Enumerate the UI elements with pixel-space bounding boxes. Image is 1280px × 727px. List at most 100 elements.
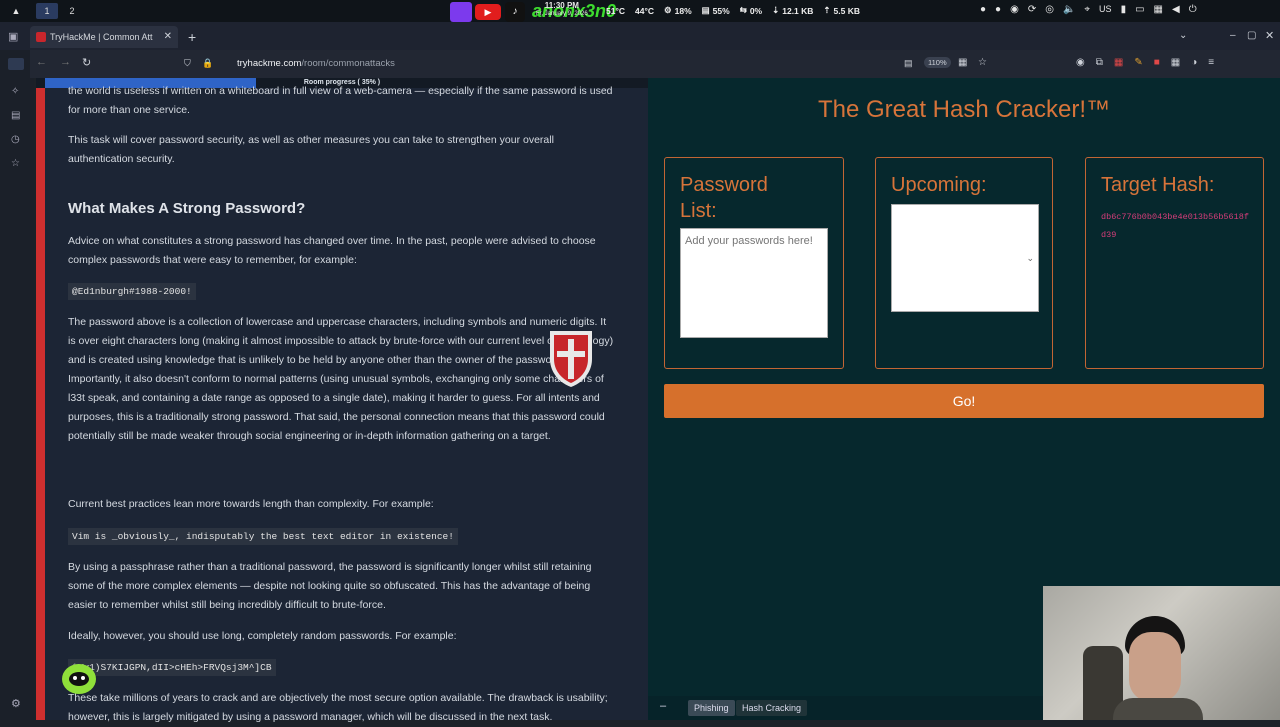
section-heading: What Makes A Strong Password? <box>68 200 306 217</box>
account-icon[interactable]: ◑ <box>1191 57 1197 68</box>
address-bar[interactable]: ⛉ 🔒 tryhackme.com/room/commonattacks ▤ 1… <box>170 54 1000 74</box>
url-host: tryhackme.com <box>237 58 302 69</box>
upcoming-select[interactable]: ⌄ <box>891 204 1039 312</box>
notes-icon[interactable]: ▤ <box>11 110 20 121</box>
swap-icon: ⇆ <box>739 5 747 15</box>
obs-icon[interactable]: ◉ <box>1010 4 1019 15</box>
settings-icon[interactable]: ⚙ <box>11 697 21 710</box>
network-icon[interactable]: ▦ <box>1154 4 1163 15</box>
battery-icon[interactable]: ▮ <box>1121 4 1127 15</box>
upload-stat: ⇡ 5.5 KB <box>823 5 861 16</box>
reader-icon[interactable]: ▤ <box>904 58 913 69</box>
upcoming-card: Upcoming: ⌄ <box>875 157 1053 369</box>
close-window-button[interactable]: ✕ <box>1265 29 1274 42</box>
browser-tab[interactable]: TryHackMe | Common Att ✕ <box>30 26 178 48</box>
bookmarks-icon[interactable]: ☆ <box>11 158 20 169</box>
download-stat: ⇣ 12.1 KB <box>772 5 814 16</box>
example-password-1: @Ed1nburgh#1988-2000! <box>68 283 196 300</box>
addon-3-icon[interactable]: ✎ <box>1134 57 1142 68</box>
clock: 11:30 PM Fr, January 9, 2026 <box>536 1 588 19</box>
tab-close-icon[interactable]: ✕ <box>164 31 172 42</box>
workspace-1[interactable]: 1 <box>36 3 58 19</box>
tab-phishing[interactable]: Phishing <box>688 700 735 716</box>
maximize-button[interactable]: ▢ <box>1247 30 1256 41</box>
intro-paragraph: the world is useless if written on a whi… <box>68 85 613 116</box>
location-icon[interactable]: ⌖ <box>1084 4 1090 15</box>
addon-1-icon[interactable]: ◉ <box>1076 57 1085 68</box>
upcoming-title: Upcoming: <box>891 174 987 196</box>
display-icon[interactable]: ▭ <box>1135 4 1144 15</box>
target-hash-value: db6c776b0b043be4e013b56b5618fd39 <box>1101 212 1249 240</box>
system-stats: 51°C 44°C ⚙ 18% ▤ 55% ⇆ 0% ⇣ 12.1 KB ⇡ 5.5 KB <box>606 5 870 16</box>
collapse-icon[interactable]: – <box>660 700 666 712</box>
go-button[interactable]: Go! <box>664 384 1264 418</box>
system-bar: ▲ 1 2 ▶ ♪ anonx3n0 11:30 PM Fr, January … <box>0 0 1280 22</box>
forward-icon[interactable]: → <box>60 56 71 68</box>
minimize-button[interactable]: – <box>1230 30 1236 41</box>
tab-list-icon[interactable]: ⌄ <box>1179 30 1187 41</box>
webcam-person <box>1073 606 1203 720</box>
launcher-icon[interactable]: ▲ <box>10 6 22 16</box>
tray: ● ● ◉ ⟳ ◎ 🔈 ⌖ US ▮ ▭ ▦ ◀ ⏻ <box>980 4 1197 15</box>
best-practice-paragraph: Current best practices lean more towards… <box>68 498 434 510</box>
sidebar-toggle-icon[interactable]: ▣ <box>8 30 18 43</box>
download-icon: ⇣ <box>772 5 780 15</box>
new-tab-button[interactable]: + <box>188 29 196 45</box>
tab-title: TryHackMe | Common Att <box>50 32 153 42</box>
cover-paragraph: This task will cover password security, … <box>68 134 554 165</box>
example-password-2: Vim is _obviously_, indisputably the bes… <box>68 528 458 545</box>
tab-hash-cracking[interactable]: Hash Cracking <box>736 700 808 716</box>
lock-icon[interactable]: 🔒 <box>202 58 213 69</box>
advice-paragraph: Advice on what constitutes a strong pass… <box>68 235 596 266</box>
password-list-title: Password List: <box>680 174 768 222</box>
upload-icon: ⇡ <box>823 5 831 15</box>
addon-2-icon[interactable]: ▦ <box>1114 57 1123 68</box>
gpu-temp-stat: 44°C <box>635 5 654 16</box>
task-accent-bar <box>36 78 45 720</box>
webcam-overlay <box>1043 586 1280 720</box>
password-list-input[interactable] <box>680 228 828 338</box>
cpu-icon: ⚙ <box>664 5 672 15</box>
record-icon[interactable]: ● <box>995 4 1001 15</box>
back-icon[interactable]: ← <box>36 56 47 68</box>
bookmark-star-icon[interactable]: ☆ <box>978 57 987 68</box>
reload-icon[interactable]: ↻ <box>82 56 91 69</box>
history-icon[interactable]: ◷ <box>11 134 20 145</box>
power-icon[interactable]: ⏻ <box>1189 4 1197 15</box>
swap-stat: ⇆ 0% <box>739 5 763 16</box>
memory-stat: ▤ 55% <box>701 5 730 16</box>
grid-icon[interactable]: ▦ <box>958 57 967 68</box>
explain-paragraph: The password above is a collection of lo… <box>68 316 614 442</box>
password-list-card: Password List: <box>664 157 844 369</box>
cpu-temp-stat: 51°C <box>606 5 625 16</box>
menu-icon[interactable]: ≡ <box>1208 57 1214 68</box>
addon-4-icon[interactable]: ■ <box>1154 57 1160 68</box>
random-paragraph: Ideally, however, you should use long, c… <box>68 630 457 642</box>
chevron-down-icon: ⌄ <box>1026 253 1034 263</box>
update-icon[interactable]: ⟳ <box>1028 4 1036 15</box>
clock-date: Fr, January 9, 2026 <box>536 11 588 17</box>
speaker-icon[interactable]: ◀ <box>1172 4 1180 15</box>
twitch-icon <box>450 2 472 22</box>
sidebar-panel-icon[interactable] <box>8 58 24 70</box>
zoom-level[interactable]: 110% <box>924 57 951 68</box>
vpn-icon[interactable]: ◎ <box>1045 4 1054 15</box>
clock-time: 11:30 PM <box>544 1 579 10</box>
target-hash-card: Target Hash: db6c776b0b043be4e013b56b561… <box>1085 157 1264 369</box>
passphrase-paragraph: By using a passphrase rather than a trad… <box>68 561 592 611</box>
tab-favicon-icon <box>36 32 46 42</box>
volume-icon[interactable]: 🔈 <box>1063 4 1075 15</box>
workspace-2[interactable]: 2 <box>61 3 83 19</box>
keyboard-layout[interactable]: US <box>1099 4 1112 15</box>
shield-icon[interactable]: ⛉ <box>184 58 191 69</box>
puzzle-icon[interactable]: ⧉ <box>1096 57 1103 68</box>
extensions-icon[interactable]: ✧ <box>11 86 19 97</box>
url-path: /room/commonattacks <box>301 58 395 69</box>
tiktok-icon: ♪ <box>505 2 525 22</box>
browser-sidebar: ✧ ▤ ◷ ☆ ⚙ <box>0 50 34 720</box>
help-bot-icon[interactable] <box>62 664 96 694</box>
url-text: tryhackme.com/room/commonattacks <box>237 58 395 69</box>
cpu-stat: ⚙ 18% <box>664 5 692 16</box>
apps-icon[interactable]: ▦ <box>1171 57 1180 68</box>
user-icon[interactable]: ● <box>980 4 986 15</box>
